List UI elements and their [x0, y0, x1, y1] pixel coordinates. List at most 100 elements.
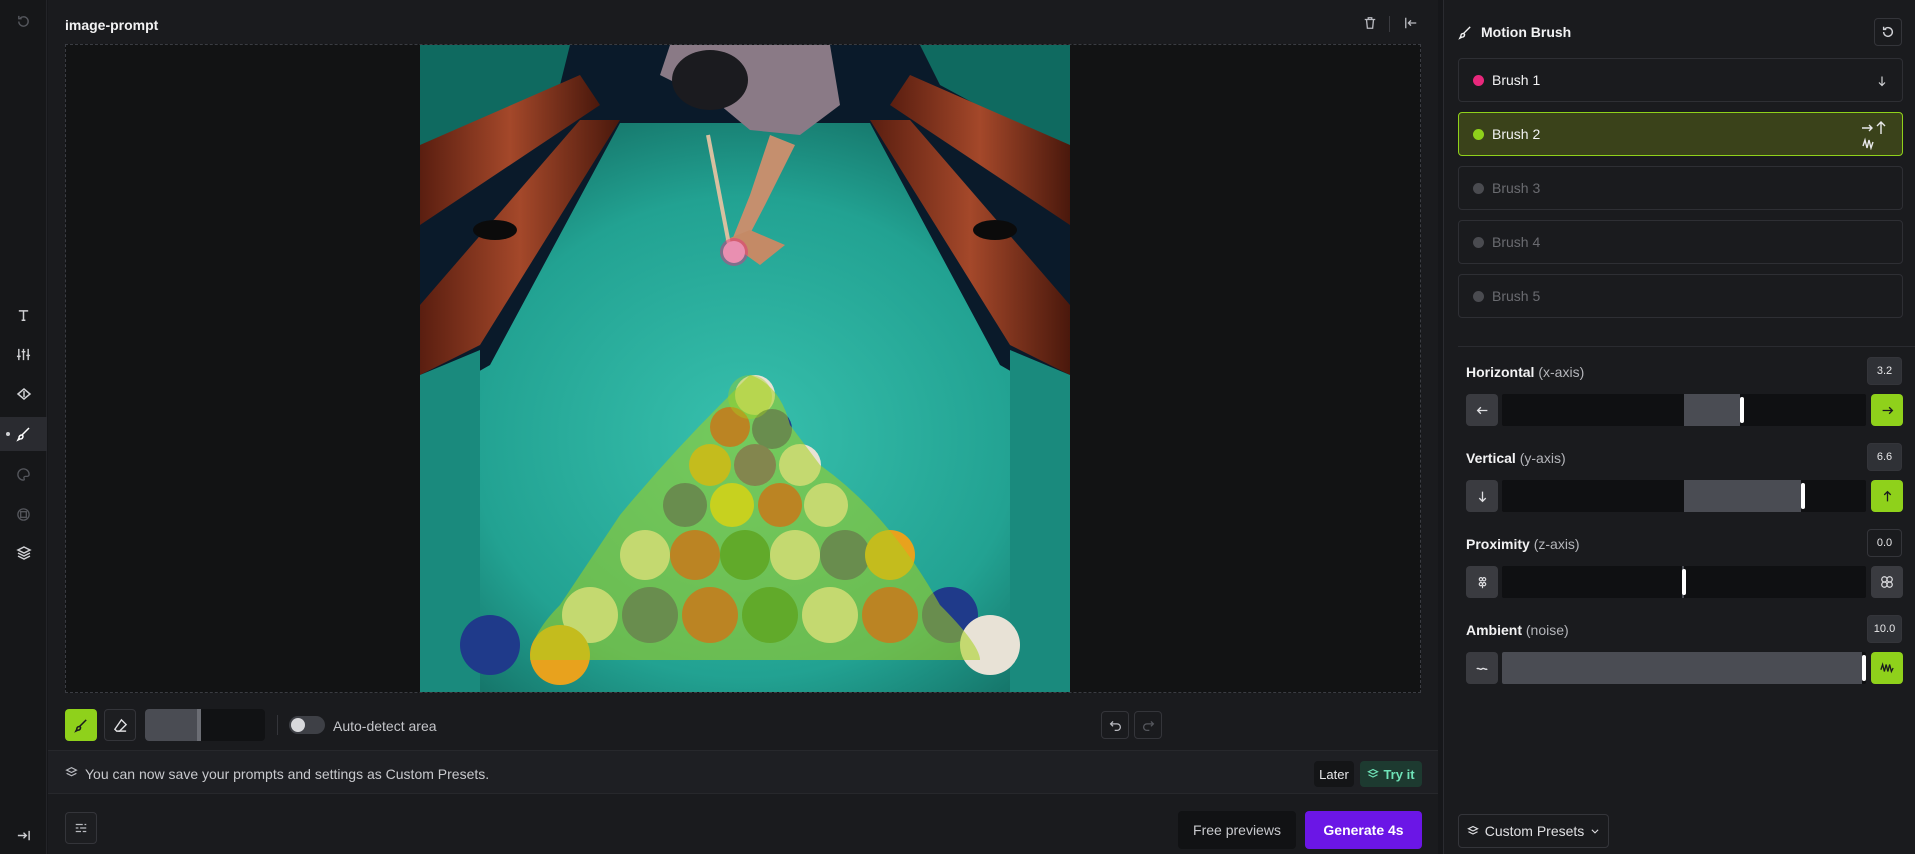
presets-notice: You can now save your prompts and settin… [48, 750, 1438, 794]
custom-presets-button[interactable]: Custom Presets [1458, 814, 1609, 848]
ambient-value[interactable]: 10.0 [1867, 615, 1902, 643]
paintbrush-icon [73, 718, 87, 733]
brush-item-2[interactable]: Brush 2 [1458, 112, 1903, 156]
left-rail [0, 0, 47, 854]
main-area: image-prompt Auto-detect area You can no… [48, 0, 1438, 854]
horizontal-slider[interactable] [1502, 394, 1866, 426]
generate-button[interactable]: Generate 4s [1305, 811, 1422, 849]
try-it-label: Try it [1383, 766, 1415, 782]
brush-item-5[interactable]: Brush 5 [1458, 274, 1903, 318]
brush-label: Brush 1 [1492, 72, 1541, 88]
divider [277, 715, 278, 735]
reset-button[interactable] [1874, 18, 1902, 46]
arrow-left-icon [1476, 406, 1487, 414]
slider-fill [1502, 652, 1862, 684]
horizontal-value[interactable]: 3.2 [1867, 357, 1902, 385]
slider-thumb[interactable] [1682, 569, 1686, 595]
panel-header: Motion Brush [1458, 24, 1571, 40]
layers-icon [65, 766, 78, 784]
brush-color-dot [1473, 290, 1484, 302]
custom-presets-label: Custom Presets [1484, 823, 1585, 839]
text-icon[interactable] [0, 298, 47, 332]
settings-button[interactable] [65, 812, 97, 844]
proximity-label: Proximity (z-axis) [1466, 536, 1580, 552]
try-it-button[interactable]: Try it [1360, 761, 1422, 787]
vertical-value[interactable]: 6.6 [1867, 443, 1902, 471]
slider-thumb[interactable] [1740, 397, 1744, 423]
slider-fill [1684, 480, 1801, 512]
motion-brush-icon[interactable] [0, 417, 47, 451]
noise-button[interactable] [1871, 652, 1903, 684]
brush-color-dot [1473, 182, 1484, 194]
arrow-down-icon [1478, 491, 1486, 502]
layers-icon [1466, 825, 1479, 835]
arrow-left-button[interactable] [1466, 394, 1498, 426]
settings-sliders-icon [75, 823, 87, 833]
panel-title: Motion Brush [1481, 24, 1572, 40]
brush-color-dot [1473, 74, 1484, 86]
slider-thumb[interactable] [1801, 483, 1805, 509]
auto-detect-toggle[interactable] [289, 716, 325, 734]
ambient-label: Ambient (noise) [1466, 622, 1569, 638]
brush-tool-button[interactable] [65, 709, 97, 741]
brush-label: Brush 5 [1492, 288, 1541, 304]
proximity-slider[interactable] [1502, 566, 1866, 598]
free-previews-button[interactable]: Free previews [1178, 811, 1296, 849]
ambient-slider[interactable] [1502, 652, 1866, 684]
later-button[interactable]: Later [1314, 761, 1354, 787]
footer-bar: Free previews Generate 4s [48, 798, 1438, 854]
collapse-icon[interactable] [0, 818, 47, 852]
palette-icon[interactable] [0, 457, 47, 491]
zoom-out-button[interactable] [1466, 566, 1498, 598]
frame-icon[interactable] [0, 497, 47, 531]
brush-item-4[interactable]: Brush 4 [1458, 220, 1903, 264]
shrink-circles-icon [1478, 576, 1486, 588]
notice-text: You can now save your prompts and settin… [85, 766, 490, 782]
noise-icon [1880, 662, 1894, 674]
expand-circles-icon [1881, 576, 1893, 588]
motion-brush-icon [1458, 25, 1471, 40]
brush-size-thumb[interactable] [197, 709, 201, 741]
undo-button[interactable] [1101, 711, 1129, 739]
pool-table-image [420, 45, 1070, 692]
camera-motion-icon[interactable] [0, 377, 47, 411]
sliders-icon[interactable] [0, 337, 47, 371]
redo-button[interactable] [1134, 711, 1162, 739]
arrow-up-icon [1883, 490, 1891, 501]
arrow-up-button[interactable] [1871, 480, 1903, 512]
zoom-in-button[interactable] [1871, 566, 1903, 598]
collapse-panel-icon[interactable] [1402, 14, 1420, 32]
wave-calm-icon [1476, 667, 1488, 671]
divider [1458, 346, 1915, 347]
trash-icon[interactable] [1361, 14, 1379, 32]
image-canvas[interactable] [65, 44, 1421, 693]
arrow-right-icon [1882, 406, 1893, 414]
page-title: image-prompt [65, 17, 159, 33]
arrow-right-button[interactable] [1871, 394, 1903, 426]
workspace-header: image-prompt [48, 0, 1438, 44]
vertical-slider[interactable] [1502, 480, 1866, 512]
brush-item-1[interactable]: Brush 1 [1458, 58, 1903, 102]
slider-fill [1684, 394, 1740, 426]
eraser-tool-button[interactable] [104, 709, 136, 741]
arrow-down-button[interactable] [1466, 480, 1498, 512]
chevron-down-icon [1591, 829, 1599, 834]
toggle-knob [291, 718, 305, 732]
history-icon[interactable] [0, 4, 47, 38]
layers-icon[interactable] [0, 536, 47, 570]
proximity-value[interactable]: 0.0 [1867, 529, 1902, 557]
reset-icon [1882, 26, 1894, 38]
slider-thumb[interactable] [1862, 655, 1866, 681]
brush-label: Brush 2 [1492, 126, 1541, 142]
brush-toolbar: Auto-detect area [48, 705, 1438, 745]
brush-color-dot [1473, 236, 1484, 248]
horizontal-label: Horizontal (x-axis) [1466, 364, 1585, 380]
brush-size-slider[interactable] [145, 709, 265, 741]
calm-button[interactable] [1466, 652, 1498, 684]
source-image [420, 45, 1070, 692]
vertical-label: Vertical (y-axis) [1466, 450, 1566, 466]
auto-detect-label: Auto-detect area [333, 718, 437, 734]
arrow-right-up-noise-icon [1862, 121, 1886, 150]
brush-item-3[interactable]: Brush 3 [1458, 166, 1903, 210]
brush-label: Brush 4 [1492, 234, 1541, 250]
